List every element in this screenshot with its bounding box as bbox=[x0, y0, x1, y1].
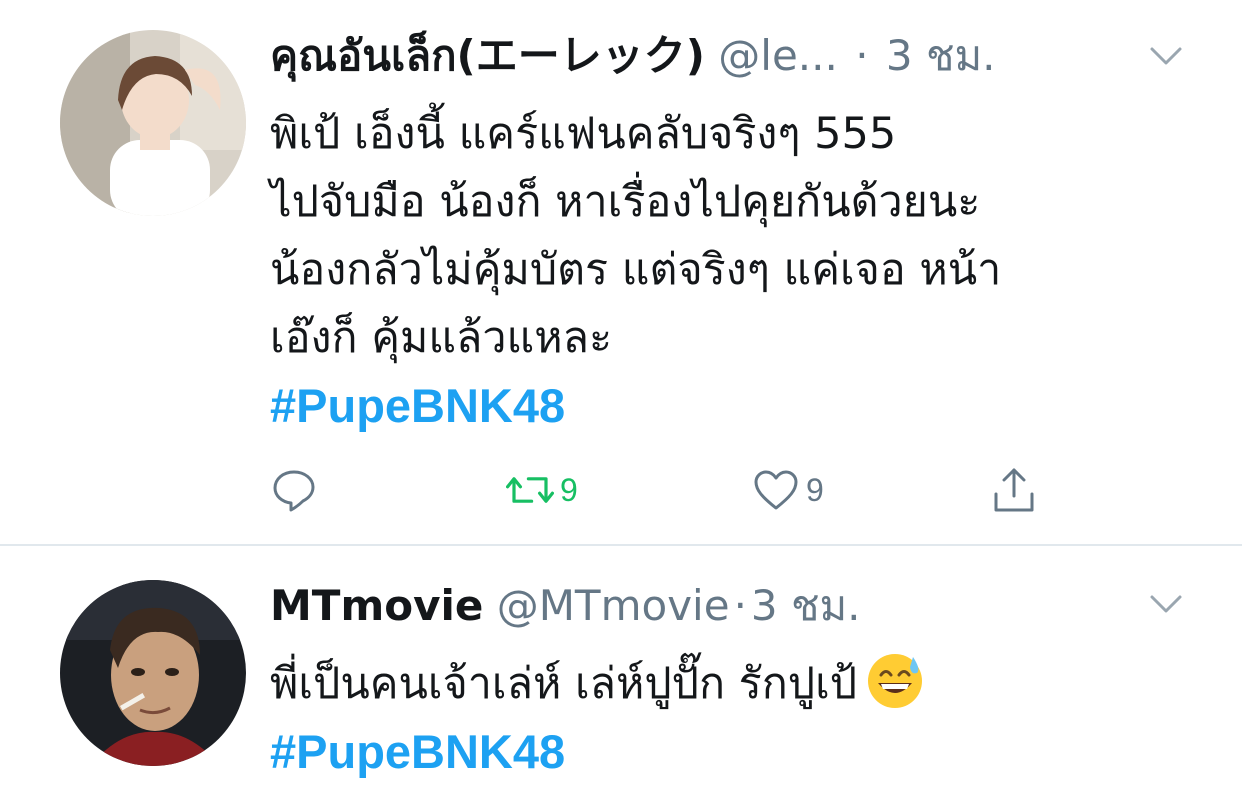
chevron-down-icon[interactable] bbox=[1146, 36, 1186, 76]
avatar[interactable] bbox=[60, 580, 246, 766]
tweet-header: คุณอันเล็ก(エーレック) @le... · 3 ชม. bbox=[270, 26, 996, 86]
tweet[interactable]: คุณอันเล็ก(エーレック) @le... · 3 ชม. พิเป้ เ… bbox=[0, 0, 1242, 545]
hashtag-link[interactable]: #PupeBNK48 bbox=[270, 372, 1001, 440]
avatar[interactable] bbox=[60, 30, 246, 216]
timestamp[interactable]: 3 ชม. bbox=[886, 31, 996, 80]
chevron-down-icon[interactable] bbox=[1146, 584, 1186, 624]
retweet-button[interactable]: 9 bbox=[506, 462, 578, 518]
like-button[interactable]: 9 bbox=[752, 462, 824, 518]
separator-dot: · bbox=[733, 581, 747, 630]
timestamp[interactable]: 3 ชม. bbox=[751, 581, 861, 630]
hashtag-link[interactable]: #PupeBNK48 bbox=[270, 718, 925, 786]
tweet-text-line: เอ๊งก็ คุ้มแล้วแหละ bbox=[270, 313, 613, 363]
reply-icon bbox=[273, 470, 315, 512]
tweet-text-line: น้องกลัวไม่คุ้มบัตร แต่จริงๆ แค่เจอ หน้า bbox=[270, 245, 1002, 295]
tweet-text: พิเป้ เอ็งนี้ แคร์แฟนคลับจริงๆ 555 ไปจับ… bbox=[270, 100, 1001, 440]
heart-icon bbox=[754, 470, 798, 510]
tweet-header: MTmovie @MTmovie·3 ชม. bbox=[270, 576, 861, 636]
grinning-face-with-sweat-emoji bbox=[868, 653, 923, 708]
display-name[interactable]: คุณอันเล็ก(エーレック) bbox=[270, 31, 705, 80]
share-button[interactable] bbox=[990, 462, 1038, 518]
share-icon bbox=[994, 468, 1034, 512]
like-count: 9 bbox=[806, 471, 824, 508]
tweet-text-line: พิเป้ เอ็งนี้ แคร์แฟนคลับจริงๆ 555 bbox=[270, 109, 897, 159]
tweet-text-line: ไปจับมือ น้องก็ หาเรื่องไปคุยกันด้วยนะ bbox=[270, 177, 981, 227]
tweet[interactable]: MTmovie @MTmovie·3 ชม. พี่เป็นคนเจ้าเล่ห… bbox=[0, 546, 1242, 794]
reply-button[interactable] bbox=[270, 462, 318, 518]
retweet-count: 9 bbox=[560, 471, 578, 508]
tweet-text-line: พี่เป็นคนเจ้าเล่ห์ เล่ห์ปูปั๊ก รักปูเป้ bbox=[270, 650, 925, 718]
display-name[interactable]: MTmovie bbox=[270, 581, 483, 630]
tweet-text: พี่เป็นคนเจ้าเล่ห์ เล่ห์ปูปั๊ก รักปูเป้ … bbox=[270, 650, 925, 786]
tweet-actions: 9 9 bbox=[270, 462, 1070, 518]
retweet-icon bbox=[506, 477, 554, 503]
separator-dot: · bbox=[855, 31, 869, 80]
handle[interactable]: @le... bbox=[718, 31, 838, 80]
tweet-text-content: พี่เป็นคนเจ้าเล่ห์ เล่ห์ปูปั๊ก รักปูเป้ bbox=[270, 659, 858, 709]
handle[interactable]: @MTmovie bbox=[497, 581, 730, 630]
